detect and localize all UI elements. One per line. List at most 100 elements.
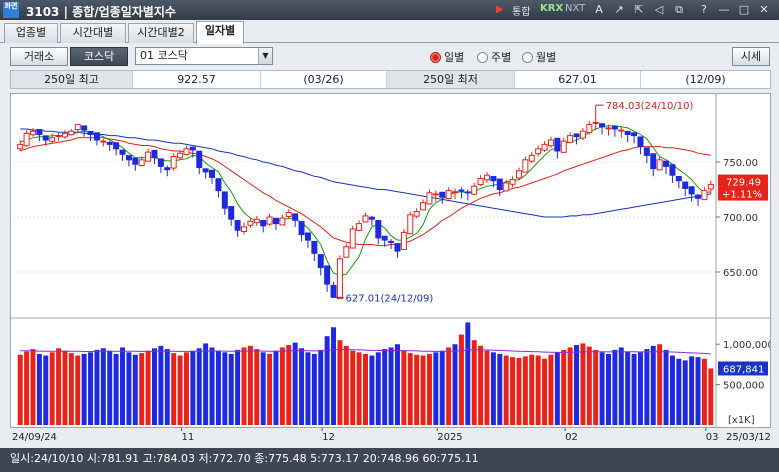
link-integrated[interactable]: 통합 — [512, 3, 530, 18]
x-tick-label: 12 — [322, 432, 335, 443]
tab-daily[interactable]: 일자별 — [196, 21, 244, 44]
candle-body — [317, 254, 324, 269]
candle-body — [100, 140, 107, 143]
radio-weekly-icon[interactable] — [477, 52, 488, 63]
price-volume-chart[interactable]: 750.00 700.00 650.00 1,000,000 500,000 [x1K] 7… — [11, 94, 774, 427]
volume-bar — [593, 349, 599, 425]
volume-bar — [375, 352, 381, 425]
market-select[interactable]: 01 코스닥 ▼ — [135, 47, 273, 65]
volume-bar — [522, 356, 528, 425]
candle-body — [87, 130, 94, 135]
low-value: 627.01 — [515, 71, 641, 88]
chart-panel[interactable]: 750.00 700.00 650.00 1,000,000 500,000 [x1K] 7… — [10, 93, 774, 428]
volume-bar — [433, 352, 439, 425]
tab-sector[interactable]: 업종별 — [4, 23, 58, 43]
candle-body — [682, 181, 689, 189]
volume-bar — [580, 343, 586, 425]
candle-body — [202, 168, 209, 173]
candle-body — [592, 121, 599, 124]
candle-body — [586, 124, 593, 134]
candle-body — [701, 190, 708, 201]
candle-body — [631, 132, 638, 137]
minimize-icon[interactable]: — — [717, 3, 731, 17]
volume-bar — [241, 347, 247, 425]
candle-body — [528, 154, 535, 162]
radio-daily-icon[interactable] — [430, 52, 441, 63]
candle-body — [221, 191, 228, 209]
play-icon[interactable]: ▶ — [496, 4, 504, 15]
volume-bar — [94, 349, 100, 425]
kospi-button[interactable]: 거래소 — [10, 47, 68, 66]
app-icon: 화면 — [3, 2, 19, 18]
candle-body — [605, 127, 612, 130]
kosdaq-button[interactable]: 코스닥 — [70, 47, 128, 66]
link-nxt[interactable]: NXT — [565, 3, 585, 14]
radio-weekly[interactable]: 주별 — [477, 49, 511, 65]
radio-daily[interactable]: 일별 — [430, 49, 464, 65]
volume-bar — [561, 349, 567, 425]
link-krx[interactable]: KRX — [540, 3, 563, 14]
volume-bar — [299, 348, 305, 425]
candle-body — [547, 139, 554, 147]
volume-bar — [235, 349, 241, 425]
candle-body — [611, 125, 618, 130]
market-select-value: 01 코스닥 — [140, 49, 188, 62]
candle-body — [247, 220, 254, 226]
candle-body — [324, 265, 331, 285]
x-tick-label: 2025 — [437, 432, 462, 443]
expand-icon[interactable]: ⇱ — [632, 3, 646, 17]
chevron-down-icon[interactable]: ▼ — [258, 48, 272, 64]
volume-bar — [49, 352, 55, 425]
x-tick-label: 24/09/24 — [12, 432, 57, 443]
help-icon[interactable]: ? — [697, 3, 711, 17]
tab-bar: 업종별 시간대별 시간대별2 일자별 — [0, 20, 779, 44]
candle-body — [285, 212, 292, 217]
candle-body — [356, 223, 363, 231]
volume-bar — [471, 340, 477, 425]
candle-body — [132, 157, 139, 165]
candle-body — [260, 220, 267, 227]
status-bar: 일시:24/10/10 시:781.91 고:784.03 저:772.70 종… — [0, 448, 779, 472]
link-out-icon[interactable]: ↗ — [612, 3, 626, 17]
maximize-icon[interactable]: □ — [737, 3, 751, 17]
volume-bar — [337, 340, 343, 425]
volume-bar — [331, 327, 337, 425]
volume-bar — [599, 352, 605, 425]
candle-body — [81, 125, 88, 131]
quote-button[interactable]: 시세 — [732, 47, 770, 66]
volume-bar — [446, 347, 452, 425]
price-tick-label: 650.00 — [723, 268, 758, 279]
volume-bar — [209, 347, 215, 425]
font-size-icon[interactable]: A — [592, 3, 606, 17]
candle-body — [554, 137, 561, 152]
prev-icon[interactable]: ◁ — [652, 3, 666, 17]
volume-bar — [81, 353, 87, 425]
candle-body — [106, 141, 113, 145]
volume-bar — [356, 352, 362, 425]
volume-bar — [273, 350, 279, 425]
volume-bar — [394, 344, 400, 425]
x-axis: 24/09/24 11 12 2025 02 03 25/03/12 — [12, 428, 771, 443]
min-annotation: 627.01(24/12/09) — [346, 293, 434, 304]
radio-monthly-icon[interactable] — [522, 52, 533, 63]
volume-bar — [388, 347, 394, 425]
volume-bar — [215, 350, 221, 425]
low-date: (12/09) — [685, 73, 726, 86]
candle-body — [17, 143, 24, 150]
candle-body — [170, 156, 177, 169]
close-icon[interactable]: ✕ — [757, 3, 771, 17]
tab-time-2[interactable]: 시간대별2 — [128, 23, 194, 43]
volume-bar — [145, 350, 151, 425]
volume-bar — [631, 353, 637, 425]
volume-bar — [247, 345, 253, 425]
tab-time[interactable]: 시간대별 — [60, 23, 126, 43]
volume-bar — [254, 349, 260, 425]
volume-bar — [637, 352, 643, 425]
candle-body — [336, 258, 343, 300]
volume-bar — [510, 357, 516, 425]
copy-window-icon[interactable]: ⧉ — [672, 3, 686, 17]
candle-body — [650, 153, 657, 170]
volume-bar — [43, 355, 49, 425]
radio-monthly[interactable]: 월별 — [522, 49, 556, 65]
candle-body — [145, 151, 152, 162]
